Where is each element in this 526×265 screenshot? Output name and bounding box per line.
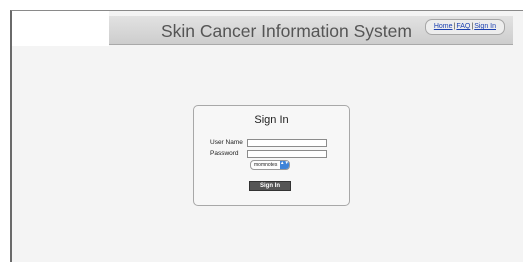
domain-select[interactable]: momnotes ▲▼ [250, 160, 290, 170]
signin-title: Sign In [254, 114, 289, 126]
page-title: Skin Cancer Information System [161, 21, 412, 41]
signin-panel: Sign In User Name Password momnotes ▲▼ S… [193, 105, 350, 206]
nav-link-signin[interactable]: Sign In [474, 23, 496, 30]
username-input[interactable] [247, 139, 327, 147]
signin-button[interactable]: Sign In [249, 181, 291, 191]
password-input[interactable] [247, 150, 327, 158]
header-bar: Skin Cancer Information System Home|FAQ|… [109, 16, 513, 45]
top-nav: Home|FAQ|Sign In [424, 19, 505, 35]
nav-link-faq[interactable]: FAQ [456, 23, 470, 30]
logo-area [12, 11, 109, 46]
nav-link-home[interactable]: Home [434, 23, 453, 30]
select-arrows-icon: ▲▼ [280, 160, 289, 169]
domain-select-value: momnotes [254, 162, 278, 168]
username-label: User Name [210, 139, 243, 146]
password-label: Password [210, 150, 239, 157]
